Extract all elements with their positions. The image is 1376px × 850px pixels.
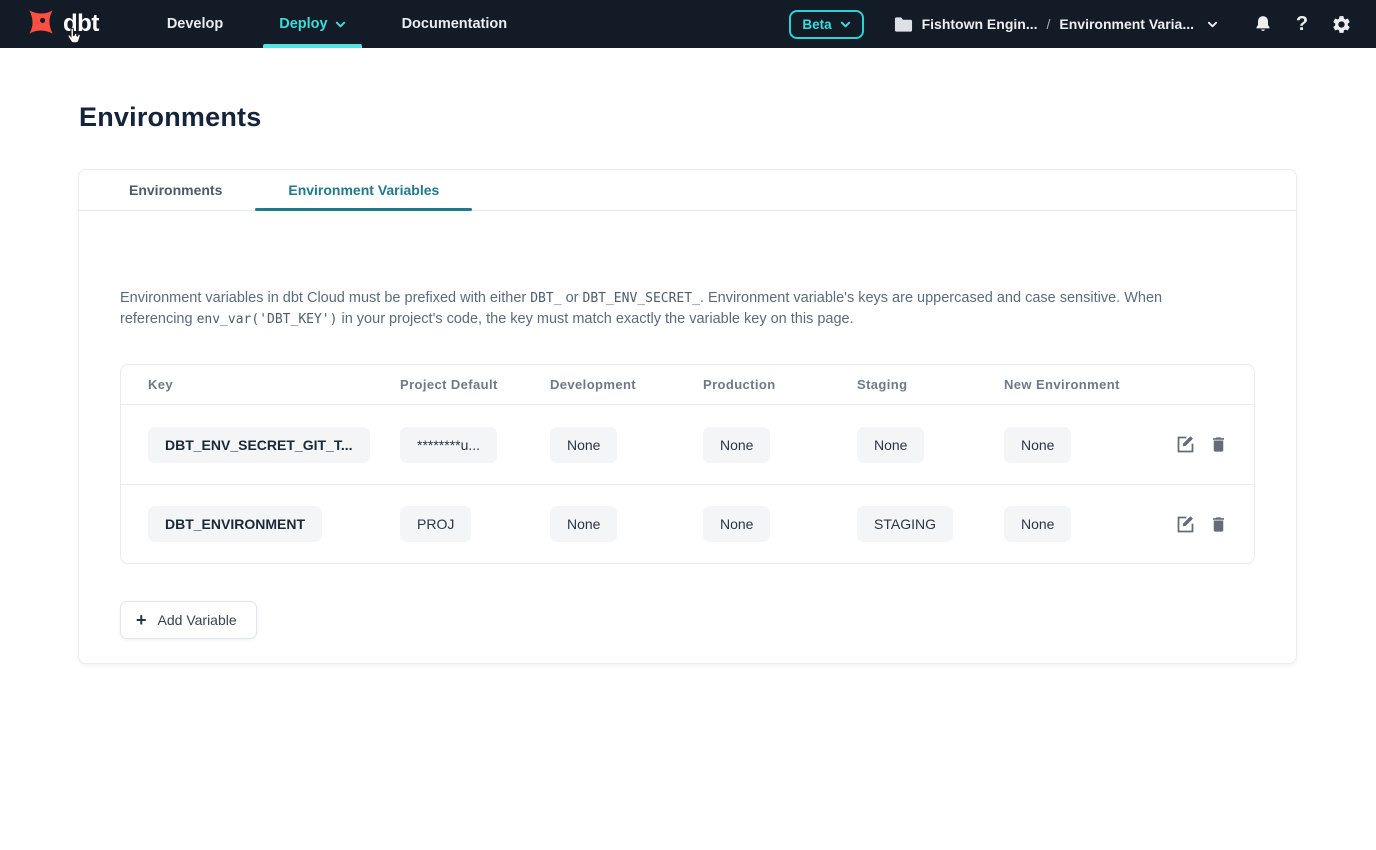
settings-gear-icon[interactable]	[1328, 11, 1354, 37]
env-var-production: None	[703, 506, 770, 542]
main-content: Environments Environments Environment Va…	[0, 102, 1376, 664]
dbt-logo[interactable]: dbt	[24, 5, 99, 44]
chevron-down-icon	[840, 19, 851, 30]
breadcrumb-separator: /	[1047, 16, 1051, 32]
breadcrumb: Fishtown Engin... / Environment Varia...	[894, 16, 1218, 33]
tab-environments[interactable]: Environments	[96, 170, 255, 210]
edit-icon[interactable]	[1175, 514, 1196, 535]
top-navbar: dbt Develop Deploy Documentation Beta	[0, 0, 1376, 48]
table-header-row: Key Project Default Development Producti…	[121, 365, 1254, 405]
table-row: DBT_ENV_SECRET_GIT_T... ********u... Non…	[121, 405, 1254, 484]
env-var-development: None	[550, 427, 617, 463]
tab-bar: Environments Environment Variables	[79, 170, 1296, 211]
env-var-production: None	[703, 427, 770, 463]
env-variables-table: Key Project Default Development Producti…	[120, 364, 1255, 564]
page-title: Environments	[79, 102, 1376, 133]
nav-item-documentation[interactable]: Documentation	[386, 0, 524, 48]
col-header-development: Development	[550, 377, 703, 392]
env-var-key: DBT_ENVIRONMENT	[148, 506, 322, 542]
tab-environment-variables[interactable]: Environment Variables	[255, 170, 472, 210]
delete-trash-icon[interactable]	[1209, 514, 1230, 535]
plus-icon: +	[136, 611, 147, 629]
dbt-logo-icon	[24, 5, 58, 44]
nav-item-develop[interactable]: Develop	[151, 0, 239, 48]
add-variable-label: Add Variable	[158, 612, 237, 628]
dbt-wordmark: dbt	[63, 12, 99, 36]
add-variable-button[interactable]: + Add Variable	[120, 601, 257, 639]
code-dbt-prefix: DBT_	[530, 291, 561, 306]
env-var-project-default: ********u...	[400, 427, 497, 463]
breadcrumb-page[interactable]: Environment Varia...	[1059, 16, 1194, 32]
breadcrumb-project[interactable]: Fishtown Engin...	[922, 16, 1038, 32]
env-var-development: None	[550, 506, 617, 542]
env-vars-description: Environment variables in dbt Cloud must …	[120, 288, 1166, 330]
notifications-bell-icon[interactable]	[1250, 11, 1276, 37]
env-var-new-environment: None	[1004, 427, 1071, 463]
nav-item-deploy[interactable]: Deploy	[263, 0, 361, 48]
code-env-var-example: env_var('DBT_KEY')	[197, 312, 338, 327]
code-dbt-env-secret-prefix: DBT_ENV_SECRET_	[583, 291, 700, 306]
env-var-project-default: PROJ	[400, 506, 471, 542]
edit-icon[interactable]	[1175, 434, 1196, 455]
environments-card: Environments Environment Variables Envir…	[78, 169, 1297, 664]
delete-trash-icon[interactable]	[1209, 434, 1230, 455]
col-header-staging: Staging	[857, 377, 1004, 392]
env-var-staging: None	[857, 427, 924, 463]
help-question-icon[interactable]: ?	[1289, 11, 1315, 37]
table-row: DBT_ENVIRONMENT PROJ None None STAGING N…	[121, 484, 1254, 563]
col-header-project-default: Project Default	[400, 377, 550, 392]
chevron-down-icon	[335, 19, 346, 30]
env-var-staging: STAGING	[857, 506, 953, 542]
col-header-production: Production	[703, 377, 857, 392]
env-var-new-environment: None	[1004, 506, 1071, 542]
env-var-key: DBT_ENV_SECRET_GIT_T...	[148, 427, 370, 463]
beta-dropdown[interactable]: Beta	[789, 10, 863, 39]
active-nav-underline	[263, 44, 361, 48]
chevron-down-icon[interactable]	[1207, 19, 1218, 30]
col-header-key: Key	[148, 377, 400, 392]
folder-icon	[894, 16, 913, 33]
col-header-new-environment: New Environment	[1004, 377, 1172, 392]
